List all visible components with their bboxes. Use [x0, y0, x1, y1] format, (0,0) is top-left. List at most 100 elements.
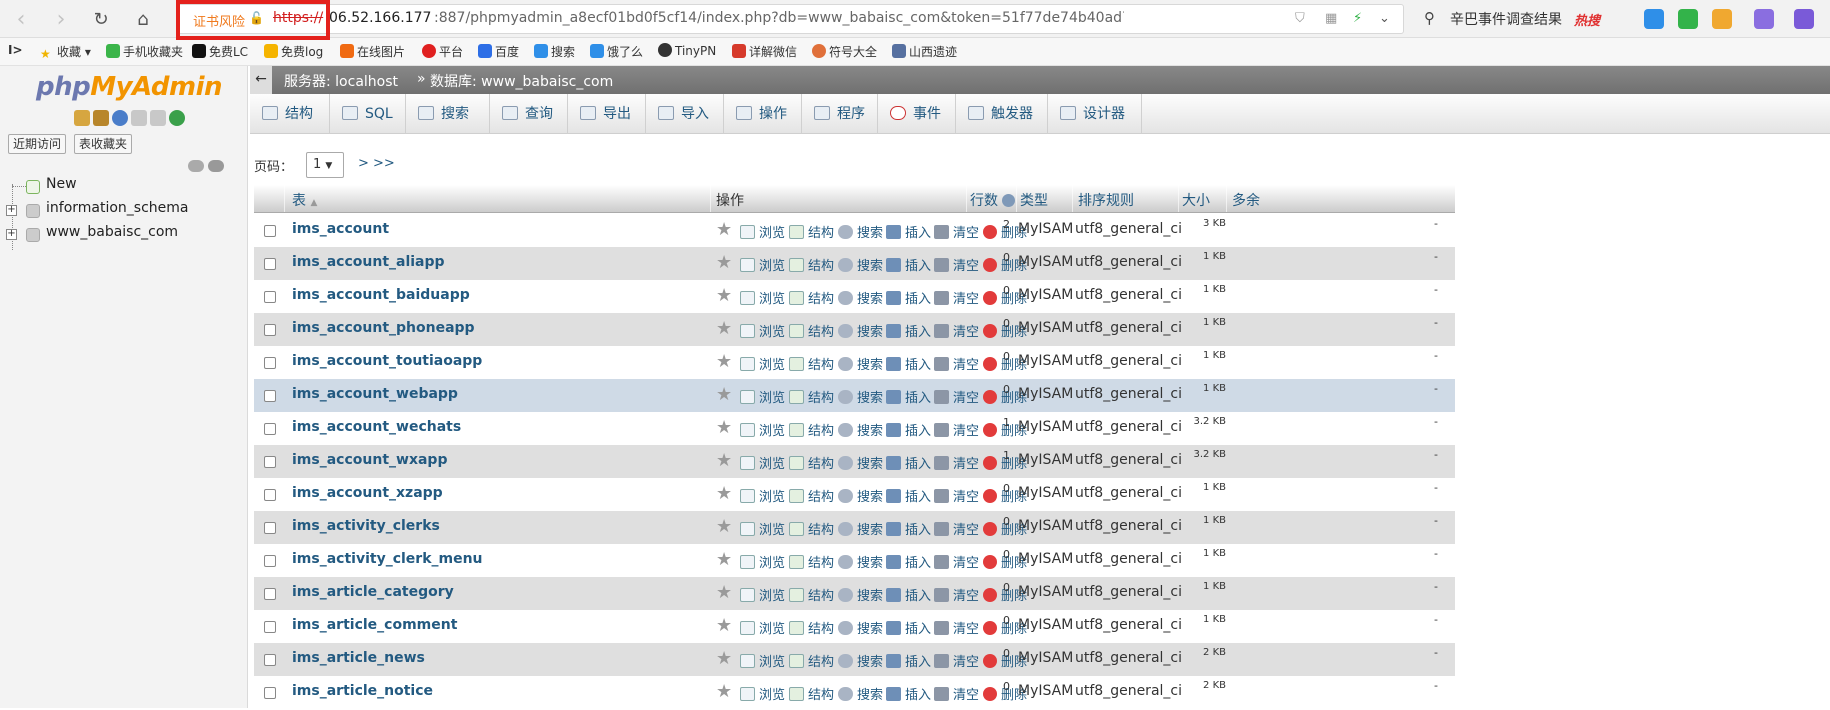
- reload-button[interactable]: ↻: [88, 6, 114, 32]
- row-count[interactable]: 1: [970, 449, 1010, 462]
- insert-action[interactable]: 插入: [886, 651, 931, 670]
- insert-action[interactable]: 插入: [886, 255, 931, 274]
- bookmark-item[interactable]: TinyPN: [658, 43, 716, 58]
- browse-action[interactable]: 浏览: [740, 486, 785, 505]
- bookmark-item[interactable]: 免费log: [264, 43, 323, 60]
- tab-sql[interactable]: SQL: [330, 94, 406, 134]
- browse-action[interactable]: 浏览: [740, 684, 785, 703]
- favorite-star-icon[interactable]: ★: [716, 483, 732, 504]
- search-action[interactable]: 搜索: [838, 321, 883, 340]
- structure-action[interactable]: 结构: [789, 255, 834, 274]
- search-action[interactable]: 搜索: [838, 486, 883, 505]
- back-button[interactable]: ‹: [8, 6, 34, 32]
- pma-logo[interactable]: phpMyAdmin: [36, 72, 223, 102]
- insert-action[interactable]: 插入: [886, 486, 931, 505]
- table-name-link[interactable]: ims_account_webapp: [292, 386, 458, 402]
- structure-action[interactable]: 结构: [789, 618, 834, 637]
- favorite-star-icon[interactable]: ★: [716, 252, 732, 273]
- browse-action[interactable]: 浏览: [740, 288, 785, 307]
- table-name-link[interactable]: ims_article_news: [292, 650, 425, 666]
- expand-icon[interactable]: +: [6, 205, 17, 216]
- insert-action[interactable]: 插入: [886, 387, 931, 406]
- table-name-link[interactable]: ims_article_category: [292, 584, 454, 600]
- browser-search[interactable]: ⚲ 辛巴事件调查结果 热搜: [1414, 4, 1644, 34]
- extension-shield-icon[interactable]: [1712, 9, 1732, 29]
- favorite-star-icon[interactable]: ★: [716, 516, 732, 537]
- table-name-link[interactable]: ims_article_notice: [292, 683, 433, 699]
- browse-action[interactable]: 浏览: [740, 420, 785, 439]
- structure-action[interactable]: 结构: [789, 288, 834, 307]
- bookmark-item[interactable]: 免费LC: [192, 43, 248, 60]
- tree-item-www-babaisc-com[interactable]: + www_babaisc_com: [0, 224, 240, 246]
- extension-translate-icon[interactable]: [1754, 9, 1774, 29]
- bookmark-item[interactable]: 饿了么: [590, 43, 643, 60]
- bookmark-item[interactable]: 手机收藏夹: [106, 43, 183, 60]
- header-type[interactable]: 类型: [1020, 190, 1048, 210]
- logout-icon[interactable]: [93, 110, 109, 126]
- reload-icon[interactable]: [169, 110, 185, 126]
- table-size[interactable]: 1 KB: [1182, 515, 1226, 526]
- table-size[interactable]: 1 KB: [1182, 548, 1226, 559]
- favorite-star-icon[interactable]: ★: [716, 384, 732, 405]
- structure-action[interactable]: 结构: [789, 519, 834, 538]
- row-checkbox[interactable]: [264, 555, 276, 567]
- row-count[interactable]: 0: [970, 383, 1010, 396]
- table-name-link[interactable]: ims_activity_clerk_menu: [292, 551, 483, 567]
- browse-action[interactable]: 浏览: [740, 255, 785, 274]
- shield-icon[interactable]: ⛉: [1295, 11, 1305, 26]
- docs-icon[interactable]: [131, 110, 147, 126]
- row-checkbox[interactable]: [264, 489, 276, 501]
- favorite-star-icon[interactable]: ★: [716, 648, 732, 669]
- insert-action[interactable]: 插入: [886, 288, 931, 307]
- favorite-star-icon[interactable]: ★: [716, 351, 732, 372]
- table-size[interactable]: 1 KB: [1182, 383, 1226, 394]
- row-count[interactable]: 0: [970, 581, 1010, 594]
- bookmark-item[interactable]: 详解微信: [732, 43, 797, 60]
- table-name-link[interactable]: ims_account_toutiaoapp: [292, 353, 482, 369]
- table-size[interactable]: 2 KB: [1182, 647, 1226, 658]
- row-checkbox[interactable]: [264, 357, 276, 369]
- bookmark-item[interactable]: 在线图片: [340, 43, 405, 60]
- header-collation[interactable]: 排序规则: [1078, 190, 1134, 210]
- insert-action[interactable]: 插入: [886, 453, 931, 472]
- settings-icon[interactable]: [150, 110, 166, 126]
- row-checkbox[interactable]: [264, 654, 276, 666]
- insert-action[interactable]: 插入: [886, 222, 931, 241]
- row-checkbox[interactable]: [264, 291, 276, 303]
- search-action[interactable]: 搜索: [838, 552, 883, 571]
- structure-action[interactable]: 结构: [789, 321, 834, 340]
- structure-action[interactable]: 结构: [789, 684, 834, 703]
- bookmark-item[interactable]: 山西遗迹: [892, 43, 957, 60]
- row-checkbox[interactable]: [264, 423, 276, 435]
- browse-action[interactable]: 浏览: [740, 387, 785, 406]
- favorite-star-icon[interactable]: ★: [716, 582, 732, 603]
- tab-designer[interactable]: 设计器: [1048, 94, 1142, 134]
- breadcrumb-database[interactable]: 数据库: www_babaisc_com: [430, 71, 613, 91]
- sidebar-toggle-icon[interactable]: I>: [8, 43, 23, 57]
- table-name-link[interactable]: ims_account_baiduapp: [292, 287, 470, 303]
- search-action[interactable]: 搜索: [838, 255, 883, 274]
- tab-triggers[interactable]: 触发器: [956, 94, 1048, 134]
- browse-action[interactable]: 浏览: [740, 618, 785, 637]
- link-icon[interactable]: [208, 160, 224, 172]
- table-size[interactable]: 3.2 KB: [1182, 449, 1227, 460]
- header-rows[interactable]: 行数: [970, 190, 1016, 210]
- tab-query[interactable]: 查询: [490, 94, 568, 134]
- row-count[interactable]: 1: [970, 416, 1010, 429]
- search-action[interactable]: 搜索: [838, 585, 883, 604]
- structure-action[interactable]: 结构: [789, 387, 834, 406]
- table-name-link[interactable]: ims_activity_clerks: [292, 518, 440, 534]
- insert-action[interactable]: 插入: [886, 684, 931, 703]
- search-action[interactable]: 搜索: [838, 618, 883, 637]
- bookmark-item[interactable]: 搜索: [534, 43, 575, 60]
- browse-action[interactable]: 浏览: [740, 354, 785, 373]
- tab-search[interactable]: 搜索: [406, 94, 490, 134]
- row-checkbox[interactable]: [264, 390, 276, 402]
- favorite-star-icon[interactable]: ★: [716, 615, 732, 636]
- table-size[interactable]: 3.2 KB: [1182, 416, 1227, 427]
- search-action[interactable]: 搜索: [838, 519, 883, 538]
- page-select[interactable]: 1 ▼: [306, 152, 344, 178]
- row-checkbox[interactable]: [264, 687, 276, 699]
- row-count[interactable]: 0: [970, 350, 1010, 363]
- insert-action[interactable]: 插入: [886, 321, 931, 340]
